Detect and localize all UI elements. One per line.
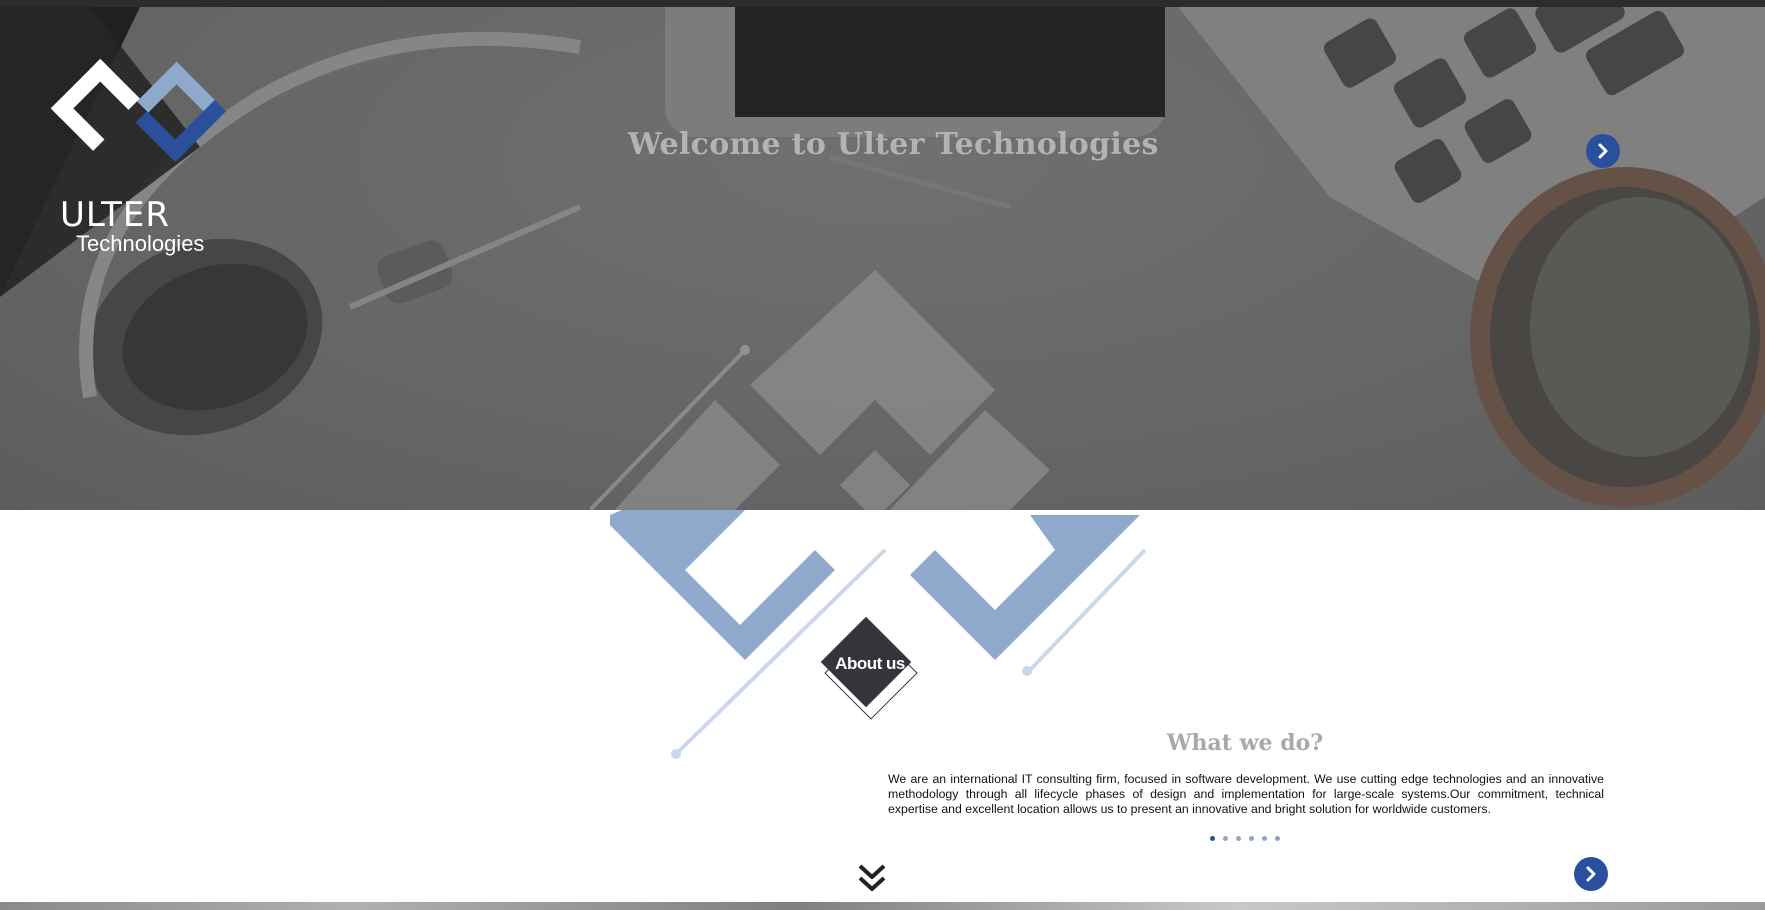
double-chevron-down-icon: [858, 864, 886, 891]
about-us-label: About us: [835, 654, 905, 673]
hero-title: Welcome to Ulter Technologies: [628, 127, 1159, 162]
carousel-dot[interactable]: [1249, 836, 1254, 841]
logo-word: ULTER: [60, 195, 171, 235]
brand-logo[interactable]: ULTER Technologies: [0, 7, 260, 297]
chevron-right-icon: [1586, 866, 1596, 882]
carousel-dot[interactable]: [1262, 836, 1267, 841]
section-description: We are an international IT consulting fi…: [888, 772, 1604, 816]
carousel-dot[interactable]: [1210, 836, 1215, 841]
next-section-preview: [0, 902, 1765, 910]
chevron-right-icon: [1598, 143, 1608, 159]
section-next-button[interactable]: [1574, 857, 1608, 891]
top-bar: [0, 0, 1765, 7]
carousel-dot[interactable]: [1223, 836, 1228, 841]
hero-next-button[interactable]: [1586, 134, 1620, 168]
carousel-dot[interactable]: [1236, 836, 1241, 841]
carousel-dot[interactable]: [1275, 836, 1280, 841]
logo-subtitle: Technologies: [76, 231, 205, 256]
section-title: What we do?: [1166, 730, 1324, 756]
carousel-dots: [1210, 836, 1280, 841]
about-us-button[interactable]: About us: [820, 616, 920, 720]
scroll-down-button[interactable]: [855, 862, 889, 896]
